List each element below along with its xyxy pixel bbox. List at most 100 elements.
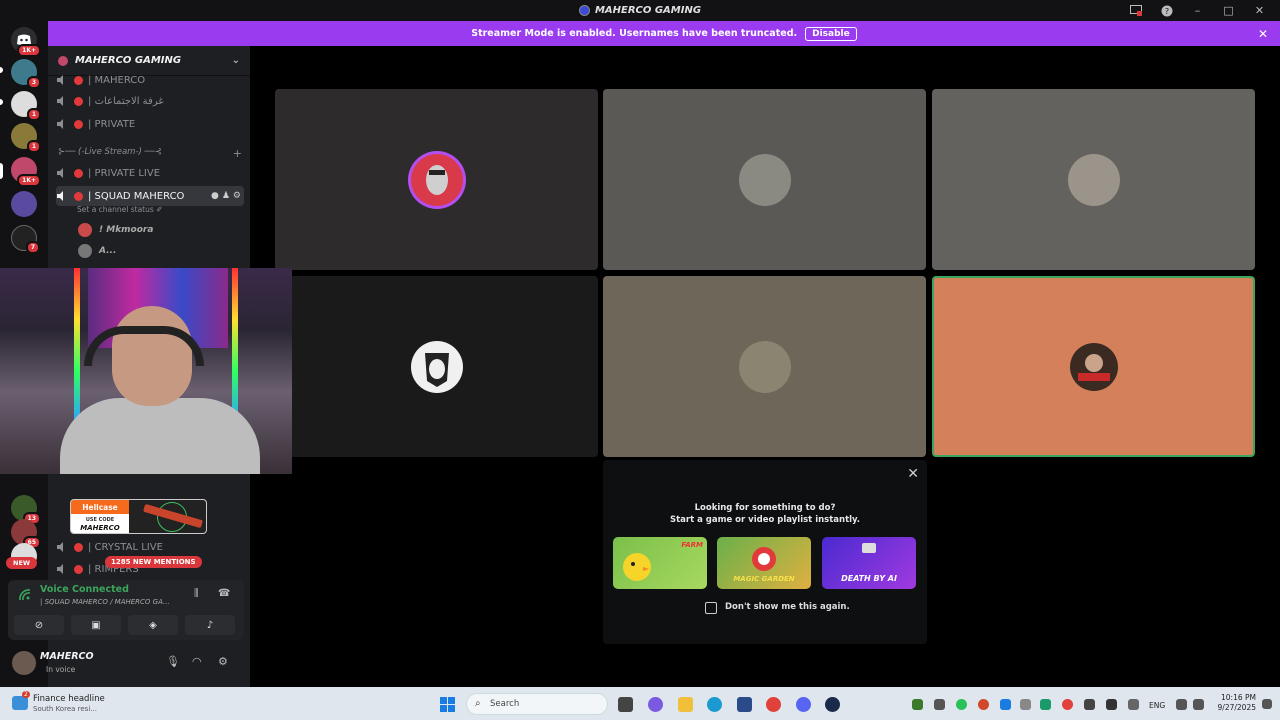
signal-icon[interactable] (18, 588, 32, 602)
close-banner-icon[interactable]: ✕ (1258, 27, 1268, 41)
notification-icon[interactable] (1262, 699, 1272, 709)
home-dm-button[interactable]: 1K+ (11, 27, 41, 57)
language-indicator[interactable]: ENG (1149, 701, 1165, 710)
server-badge: 3 (26, 76, 41, 89)
disconnect-icon[interactable]: ☎ (218, 588, 230, 599)
file-explorer-icon[interactable] (678, 697, 693, 712)
participant-tile[interactable] (275, 276, 598, 457)
tray-icon[interactable] (1106, 699, 1117, 710)
maximize-icon[interactable]: □ (1222, 4, 1235, 17)
voice-member[interactable]: A... (78, 243, 116, 259)
streamer-mode-banner: Streamer Mode is enabled. Usernames have… (48, 21, 1280, 46)
bluetooth-icon[interactable] (1000, 699, 1011, 710)
invite-icon[interactable]: ♟ (222, 191, 233, 201)
sponsor-promo-banner[interactable]: Hellcase USE CODE MAHERCO (70, 499, 207, 534)
nvidia-tray-icon[interactable] (912, 699, 923, 710)
chrome-icon[interactable] (766, 697, 781, 712)
volume-icon[interactable] (1193, 699, 1204, 710)
camera-off-button[interactable]: ⊘ (14, 615, 64, 635)
dont-show-label[interactable]: Don't show me this again. (725, 602, 850, 612)
speaker-icon (57, 168, 63, 178)
gear-icon[interactable]: ⚙ (233, 191, 244, 201)
discord-app-icon[interactable] (796, 697, 811, 712)
clock-time: 10:16 PM (1221, 693, 1256, 702)
channel-category[interactable]: ⊱── (-Live Stream-) ──⊰ + (58, 147, 242, 160)
member-name: ! Mkmoora (99, 225, 154, 235)
username[interactable]: MAHERCO (40, 651, 94, 662)
gear-icon[interactable]: ⚙ (218, 655, 228, 668)
add-channel-icon[interactable]: + (233, 147, 242, 160)
minimize-icon[interactable]: – (1191, 4, 1204, 17)
category-name: ⊱── (-Live Stream-) ──⊰ (58, 147, 162, 157)
store-icon[interactable] (737, 697, 752, 712)
help-icon[interactable]: ? (1160, 5, 1173, 17)
voice-channel[interactable]: | CRYSTAL LIVE (56, 537, 244, 557)
server-icon[interactable] (11, 191, 37, 217)
server-icon[interactable]: 65 (11, 519, 41, 549)
voice-channel[interactable]: | MAHERCO (56, 70, 244, 90)
promo-brand: Hellcase (71, 500, 129, 514)
start-icon[interactable] (440, 697, 455, 712)
taskbar-search[interactable]: ⌕ Search (466, 693, 608, 715)
screen-share-button[interactable]: ▣ (71, 615, 121, 635)
activities-button[interactable]: ◈ (128, 615, 178, 635)
news-subtitle: South Korea resi... (33, 705, 97, 713)
game-card[interactable]: MAGIC GARDEN (717, 537, 811, 589)
soundboard-button[interactable]: ♪ (185, 615, 235, 635)
voice-channel-active[interactable]: | SQUAD MAHERCO ●♟⚙ (56, 186, 244, 206)
server-icon[interactable]: 3 (11, 59, 41, 89)
dont-show-checkbox[interactable] (705, 602, 717, 614)
server-icon[interactable]: 1 (11, 123, 41, 153)
tray-icon[interactable] (1084, 699, 1095, 710)
microphone-icon[interactable]: 🎙 (166, 655, 180, 668)
voice-status[interactable]: Voice Connected (40, 584, 129, 595)
tray-icon[interactable] (956, 699, 967, 710)
clock-date: 9/27/2025 (1217, 703, 1256, 712)
new-badge: NEW (6, 557, 38, 569)
server-icon[interactable]: 13 (11, 495, 41, 525)
copilot-icon[interactable] (648, 697, 663, 712)
speaking-participant-tile[interactable] (932, 276, 1255, 457)
task-view-icon[interactable] (618, 697, 633, 712)
news-widget[interactable]: 2 Finance headline South Korea resi... (10, 691, 130, 715)
chat-icon[interactable]: ● (211, 191, 222, 201)
noise-suppression-icon[interactable]: ⫼ (194, 588, 199, 599)
steam-icon[interactable] (825, 697, 840, 712)
headphones-icon[interactable]: ◠ (192, 655, 202, 668)
close-icon[interactable]: ✕ (907, 466, 919, 482)
participant-tile[interactable] (275, 89, 598, 270)
server-icon[interactable]: 7 (11, 225, 40, 254)
channel-status-hint[interactable]: Set a channel status ✐ (77, 205, 162, 214)
clock[interactable]: 10:16 PM 9/27/2025 (1208, 693, 1256, 713)
voice-channel[interactable]: | غرفة الاجتماعات (56, 91, 244, 111)
voice-channel[interactable]: | PRIVATE (56, 114, 244, 134)
server-logo-icon (578, 5, 590, 16)
participant-tile[interactable] (932, 89, 1255, 270)
tray-icon[interactable] (1020, 699, 1031, 710)
wifi-icon[interactable] (1176, 699, 1187, 710)
microphone-tray-icon[interactable] (1128, 699, 1139, 710)
server-icon[interactable]: 1K+ (11, 157, 41, 187)
voice-member[interactable]: ! Mkmoora (78, 222, 153, 238)
chevron-down-icon[interactable]: ⌄ (232, 55, 240, 66)
speaker-icon (57, 75, 63, 85)
edge-icon[interactable] (707, 697, 722, 712)
game-card[interactable]: FARM (613, 537, 707, 589)
channel-actions: ●♟⚙ (211, 191, 244, 201)
tray-icon[interactable] (1062, 699, 1073, 710)
tray-icon[interactable] (934, 699, 945, 710)
tray-icon[interactable] (1040, 699, 1051, 710)
voice-channel-path[interactable]: | SQUAD MAHERCO / MAHERCO GA... (40, 598, 170, 606)
inbox-icon[interactable] (1129, 5, 1142, 17)
avatar[interactable] (12, 651, 36, 675)
participant-tile[interactable] (603, 89, 926, 270)
close-window-icon[interactable]: ✕ (1253, 4, 1266, 17)
voice-channel[interactable]: | PRIVATE LIVE (56, 163, 244, 183)
speaker-icon (57, 96, 63, 106)
server-icon[interactable]: 1 (11, 91, 41, 121)
tray-icon[interactable] (978, 699, 989, 710)
game-card[interactable]: DEATH BY AI (822, 537, 916, 589)
new-mentions-pill[interactable]: 1285 NEW MENTIONS (105, 556, 202, 568)
disable-streamer-mode-button[interactable]: Disable (805, 26, 857, 41)
participant-tile[interactable] (603, 276, 926, 457)
